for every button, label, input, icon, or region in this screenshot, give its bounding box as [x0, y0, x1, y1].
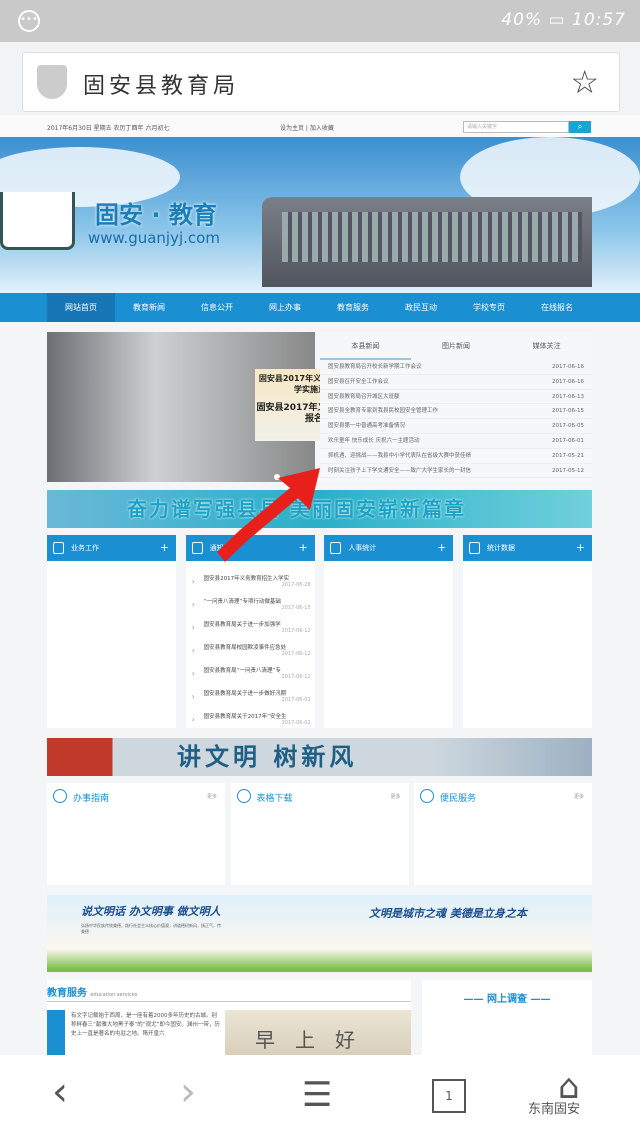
- more-dots-icon: •••: [18, 10, 40, 32]
- search-input[interactable]: 请输入关键字: [463, 121, 569, 133]
- civility-banner: 讲文明 树新风: [47, 738, 592, 776]
- edu-image[interactable]: 早上好: [225, 1010, 411, 1055]
- search-button[interactable]: ⌕: [569, 121, 591, 133]
- box-icon: [330, 542, 342, 554]
- address-bar[interactable]: 固安县教育局 ☆: [22, 52, 620, 112]
- shield-icon: [37, 65, 67, 99]
- list-item[interactable]: 固安县教育局“一问责八清理”专2017-06-12: [186, 661, 315, 684]
- home-icon[interactable]: [47, 1010, 65, 1055]
- more-link[interactable]: 更多: [574, 793, 584, 800]
- battery-text: 40%: [501, 10, 543, 30]
- online-survey: —— 网上调查 ——: [422, 980, 592, 1055]
- news-item[interactable]: 固安县第一中普通高考准备情况 2017-06-05: [320, 419, 592, 434]
- nav-item[interactable]: 教育服务: [319, 293, 387, 322]
- menu-icon[interactable]: ☰: [302, 1075, 332, 1115]
- list-item[interactable]: 固安县教育局关于进一步加强学2017-06-12: [186, 615, 315, 638]
- web-page: 2017年6月30日 星期五 农历丁酉年 六月初七 设为主页 | 加入收藏 请输…: [0, 115, 640, 1055]
- news-item[interactable]: 固安县全教育专家到我县民校园安全管理工作 2017-06-15: [320, 404, 592, 420]
- news-item[interactable]: 固安县教育局召开校长新学期工作会议 2017-06-16: [320, 360, 592, 375]
- site-url: www.guanjyj.com: [88, 229, 220, 247]
- service-icon: [53, 789, 67, 803]
- info-box: 通知公告+固安县2017年义务教育招生入学实2017-06-28“一问责八清理”…: [185, 535, 315, 730]
- nav-item[interactable]: 网上办事: [251, 293, 319, 322]
- more-plus-icon[interactable]: +: [437, 535, 446, 561]
- date-text: 2017年6月30日 星期五 农历丁酉年 六月初七: [47, 125, 170, 132]
- civility-walk-banner: 说文明话 办文明事 做文明人 文明是城市之魂 美德是立身之本 弘扬中华民族传统美…: [47, 895, 592, 972]
- forward-icon[interactable]: ›: [180, 1069, 196, 1115]
- info-box: 人事统计 +: [324, 535, 454, 728]
- clock: 10:57: [572, 10, 626, 30]
- box-icon: [53, 542, 64, 554]
- page-title: 固安县教育局: [83, 74, 240, 99]
- news-carousel[interactable]: 固安县2017年义务教育招生入学实施意见 固安县2017年义务教育在线报名: [47, 332, 373, 484]
- list-item[interactable]: “一问责八清理”专项行动微基础2017-06-15: [186, 592, 315, 615]
- list-item[interactable]: 固安县2017年义务教育招生入学实2017-06-28: [186, 569, 315, 592]
- list-item[interactable]: 固安县教育局关于2017年“安全生2017-06-02: [186, 707, 315, 730]
- list-item[interactable]: 固安县教育局校园欺凌事件应急处2017-06-12: [186, 638, 315, 661]
- service-box: 表格下载 更多: [230, 783, 409, 885]
- info-box: 统计数据 +: [462, 535, 592, 728]
- news-item[interactable]: 时刻关注孩子上下学交通安全——致广大学生家长的一封信 2017-05-12: [320, 464, 592, 479]
- service-box: 便民服务 更多: [414, 783, 592, 885]
- book-logo-icon: [0, 192, 75, 250]
- status-bar: ••• 40% ▭ 10:57: [0, 0, 640, 42]
- news-item[interactable]: 固安县召开安全工作会议 2017-06-16: [320, 375, 592, 390]
- nav-item[interactable]: 政民互动: [387, 293, 455, 322]
- service-box: 办事指南 更多: [47, 783, 225, 885]
- news-item[interactable]: 欢乐童年 快乐成长 庆祝六一主题活动 2017-06-01: [320, 434, 592, 449]
- news-item[interactable]: 抓机遇、迎挑战——我县中小学代表队在省级大赛中获佳绩 2017-05-21: [320, 449, 592, 464]
- school-building-image: [262, 197, 592, 287]
- more-plus-icon[interactable]: +: [160, 535, 169, 561]
- carousel-dots[interactable]: [272, 465, 302, 484]
- tab-media[interactable]: 媒体关注: [501, 332, 592, 360]
- news-item[interactable]: 固安县教育局召开城区大班额 2017-06-13: [320, 390, 592, 405]
- info-box: 业务工作 +: [47, 535, 176, 728]
- nav-item[interactable]: 信息公开: [183, 293, 251, 322]
- box-icon: [468, 542, 480, 554]
- nav-item[interactable]: 教育新闻: [115, 293, 183, 322]
- back-icon[interactable]: ‹: [52, 1069, 68, 1115]
- more-plus-icon[interactable]: +: [576, 535, 585, 561]
- star-icon[interactable]: ☆: [570, 63, 599, 101]
- more-plus-icon[interactable]: +: [298, 535, 307, 561]
- service-icon: [236, 789, 251, 803]
- header-banner: 固安 · 教育 www.guanjyj.com: [0, 137, 640, 293]
- site-logo-title: 固安 · 教育: [95, 201, 217, 229]
- tab-county-news[interactable]: 本县新闻: [320, 332, 411, 360]
- home-links[interactable]: 设为主页 | 加入收藏: [280, 123, 334, 132]
- browser-toolbar: ‹ › ☰ 1 ⌂: [0, 1055, 640, 1138]
- list-item[interactable]: 固安县教育局关于进一步做好汛期2017-06-02: [186, 684, 315, 707]
- tab-photo-news[interactable]: 图片新闻: [411, 332, 502, 360]
- more-link[interactable]: 更多: [390, 793, 400, 800]
- more-link[interactable]: 更多: [207, 793, 217, 800]
- tabs-icon[interactable]: 1: [432, 1079, 466, 1113]
- box-icon: [191, 542, 203, 554]
- nav-item[interactable]: 在线报名: [523, 293, 591, 322]
- nav-item[interactable]: 网站首页: [47, 293, 115, 322]
- watermark: 东南固安: [528, 1102, 581, 1117]
- main-nav: 网站首页 教育新闻 信息公开 网上办事 教育服务 政民互动 学校专页 在线报名: [0, 293, 640, 322]
- nav-item[interactable]: 学校专页: [455, 293, 523, 322]
- service-icon: [420, 789, 434, 803]
- top-strip: 2017年6月30日 星期五 农历丁酉年 六月初七 设为主页 | 加入收藏 请输…: [0, 115, 640, 137]
- education-services: 教育服务 education services 有文字记载始于西周，是一座有着2…: [47, 980, 411, 1055]
- news-panel: 本县新闻 图片新闻 媒体关注 固安县教育局召开校长新学期工作会议 2017-06-16…: [320, 332, 592, 482]
- slogan-banner: 奋力谱写强县县 美丽固安崭新篇章: [47, 490, 592, 528]
